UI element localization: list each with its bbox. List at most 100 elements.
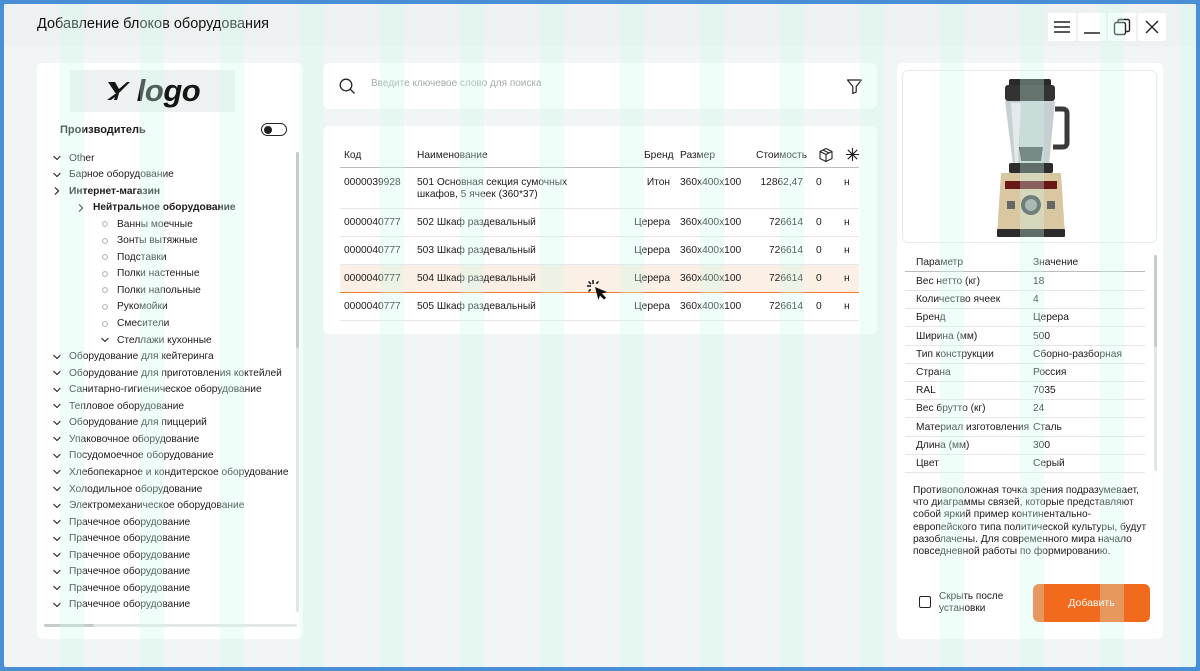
sidebar-horizontal-scrollbar[interactable] [44,624,297,627]
tree-item-label: Барное оборудование [69,169,174,181]
add-button[interactable]: Добавить [1033,584,1150,622]
tree-item[interactable]: Смесители [99,316,169,332]
tree-item[interactable]: Прачечное оборудование [51,580,190,596]
logo-mark-icon [106,82,130,100]
table-cell-stock: 0 [816,273,822,284]
equipment-table: Код Наименование Бренд Размер Стоимость … [323,126,877,334]
hide-after-install-label: Скрыть после установки [939,591,1004,614]
chevron-right-icon [75,202,87,214]
minimize-button[interactable] [1078,13,1106,41]
tree-item-label: Прачечное оборудование [69,533,191,545]
tree-item[interactable]: Рукомойки [99,299,168,315]
tree-item[interactable]: Подставки [99,249,167,265]
blender-image [997,79,1070,237]
scrollbar-thumb[interactable] [44,624,94,627]
chevron-down-icon [51,169,63,181]
tree-item[interactable]: Электромеханическое оборудование [51,498,244,514]
chevron-down-icon [51,152,63,164]
table-cell-code: 0000040777 [344,273,401,284]
tree-item-label: Оборудование для пиццерий [69,417,207,429]
table-cell-price: 726614 [769,273,803,284]
tree-item-label: Other [69,152,95,164]
table-cell-size: 360x400x100 [680,217,742,228]
table-row[interactable]: 0000039928 501 Основная секция сумочных ш… [340,168,859,209]
tree-item[interactable]: Прачечное оборудование [51,597,190,613]
table-row[interactable]: 0000040777 503 Шкаф раздевальный Церера 360… [340,237,859,265]
tree-item[interactable]: Полки настенные [99,266,200,282]
column-header-code[interactable]: Код [344,150,361,161]
parameter-row: Вес брутто (кг) 24 [905,400,1145,419]
parameter-row: Тип конструкции Сборно-разборная [905,346,1145,364]
tree-item-label: Рукомойки [117,301,168,313]
parameter-row: Ширина (мм) 500 [905,328,1145,346]
tree-item[interactable]: Прачечное оборудование [51,514,190,530]
tree-item-label: Тепловое оборудование [69,400,185,412]
tree-item[interactable]: Ванны моечные [99,216,193,232]
column-header-size[interactable]: Размер [680,150,715,161]
hide-after-install-checkbox[interactable] [919,596,931,608]
close-button[interactable] [1138,13,1166,41]
parameter-value: 24 [1033,403,1045,415]
tree-item[interactable]: Санитарно-гигиеническое оборудование [51,382,262,398]
tree-item[interactable]: Оборудование для приготовления коктейлей [51,365,282,381]
tree-item-label: Санитарно-гигиеническое оборудование [69,384,262,396]
window-title: Добавление блоков оборудования [37,16,270,32]
tree-item[interactable]: Барное оборудование [51,167,174,183]
parameter-name: Бренд [916,312,946,324]
tree-item[interactable]: Зонты вытяжные [99,233,198,249]
tree-item-label: Прачечное оборудование [69,599,191,611]
table-cell-size: 360x400x100 [680,301,742,312]
snowflake-icon [846,148,859,161]
scrollbar-thumb[interactable] [296,152,299,348]
app-window: Добавление блоков оборудования logo Прои… [4,4,1196,667]
maximize-button[interactable] [1108,13,1136,41]
tree-item[interactable]: Интернет-магазин [51,183,160,199]
column-header-price[interactable]: Стоимость [756,150,807,161]
tree-item[interactable]: Other [51,150,94,166]
column-header-name[interactable]: Наименование [417,150,488,161]
filter-icon[interactable] [846,78,863,95]
table-cell-size: 360x400x100 [680,177,742,188]
table-cell-brand: Церера [634,301,670,312]
dot-icon [99,251,111,263]
tree-item[interactable]: Оборудование для пиццерий [51,415,207,431]
tree-item[interactable]: Полки напольные [99,282,201,298]
scrollbar-thumb[interactable] [1154,255,1157,347]
parameter-row: Длина (мм) 300 [905,437,1145,455]
parameter-value: 500 [1033,330,1050,342]
product-image [902,70,1157,243]
value-header: Значение [1033,257,1079,268]
manufacturer-label: Производитель [60,124,146,136]
table-cell-flag: н [844,177,850,188]
tree-item-label: Оборудование для кейтеринга [69,351,214,363]
column-header-brand[interactable]: Бренд [644,150,674,161]
table-cell-stock: 0 [816,217,822,228]
tree-item[interactable]: Хлебопекарное и кондитерское оборудовани… [51,464,289,480]
chevron-down-icon [51,466,63,478]
manufacturer-toggle[interactable] [261,123,287,136]
tree-item[interactable]: Холодильное оборудование [51,481,202,497]
tree-item-label: Холодильное оборудование [69,483,203,495]
tree-item[interactable]: Прачечное оборудование [51,547,190,563]
tree-item[interactable]: Стеллажи кухонные [99,332,212,348]
tree-item[interactable]: Оборудование для кейтеринга [51,349,214,365]
chevron-down-icon [99,334,111,346]
tree-item[interactable]: Нейтральное оборудование [75,200,236,216]
chevron-down-icon [51,516,63,528]
sidebar-vertical-scrollbar[interactable] [296,152,299,612]
table-cell-stock: 0 [816,301,822,312]
dot-icon [99,235,111,247]
parameter-name: Материал изготовления [916,421,1030,433]
table-row[interactable]: 0000040777 502 Шкаф раздевальный Церера 360… [340,209,859,237]
chevron-down-icon [51,367,63,379]
menu-button[interactable] [1048,13,1076,41]
tree-item[interactable]: Прачечное оборудование [51,564,190,580]
details-vertical-scrollbar[interactable] [1154,255,1157,471]
tree-item-label: Нейтральное оборудование [93,202,236,214]
search-input[interactable] [371,78,811,89]
tree-item[interactable]: Прачечное оборудование [51,531,190,547]
tree-item[interactable]: Тепловое оборудование [51,398,184,414]
tree-item-label: Смесители [117,318,170,329]
tree-item[interactable]: Посудомоечное оборудование [51,448,214,464]
tree-item[interactable]: Упаковочное оборудование [51,431,199,447]
